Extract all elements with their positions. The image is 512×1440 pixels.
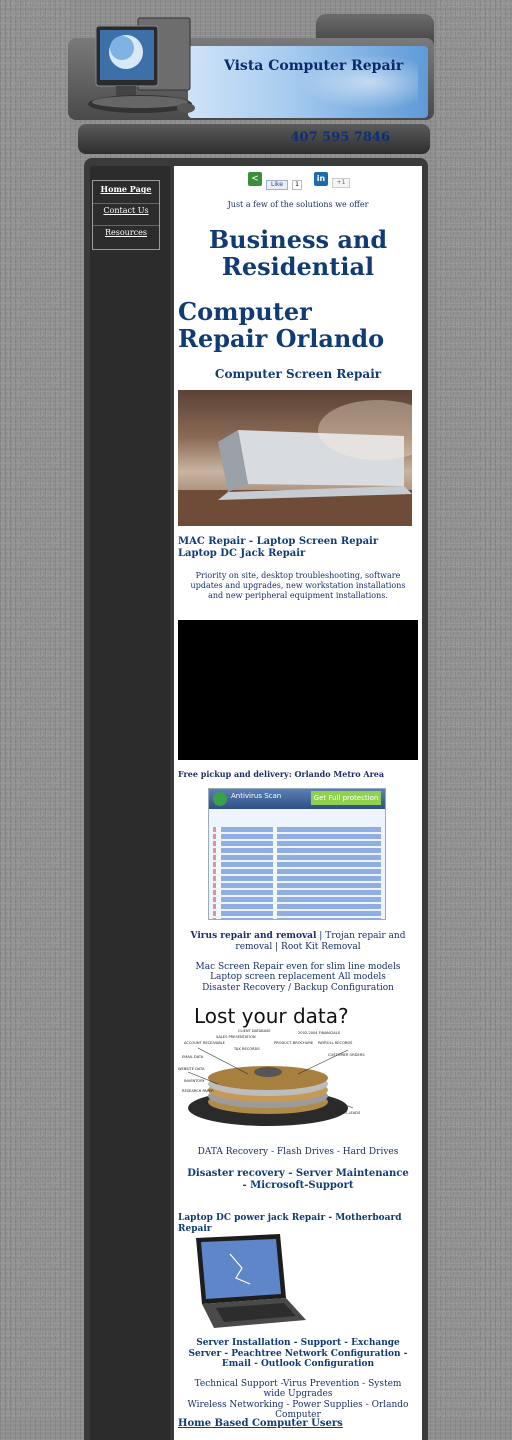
- phone-bar: 407 595 7846: [78, 124, 430, 154]
- laptop-broken-screen-icon: [196, 1234, 306, 1328]
- heading-business-residential: Business and Residential: [208, 225, 388, 281]
- mac-screen-text: Mac Screen Repair even for slim line mod…: [195, 962, 401, 972]
- home-users-link[interactable]: Home Based Computer Users: [178, 1418, 343, 1429]
- site-header: Vista Computer Repair: [68, 8, 434, 126]
- nav-item-contact[interactable]: Contact Us: [93, 204, 159, 226]
- antivirus-app-name: Antivirus Scan: [231, 792, 282, 800]
- dc-power-text: Laptop DC power jack Repair - Motherboar…: [178, 1213, 402, 1234]
- computer-logo-icon: [88, 17, 195, 113]
- virus-removal-text: Virus repair and removal | Trojan repair…: [178, 931, 418, 953]
- nav-item-resources[interactable]: Resources: [93, 226, 159, 248]
- laptop-photo: [178, 390, 412, 526]
- linkedin-icon[interactable]: in: [314, 172, 328, 186]
- laptop-screen-text: Laptop screen replacement All models: [210, 972, 386, 982]
- heading-computer-repair-orlando: Computer Repair Orlando: [178, 297, 385, 353]
- tagline: Just a few of the solutions we offer: [227, 200, 369, 209]
- disaster-backup-text: Disaster Recovery / Backup Configuration: [202, 983, 394, 993]
- lost-data-label: WEBSITE DATA: [178, 1067, 205, 1071]
- antivirus-screenshot: Antivirus Scan Get Full protection: [208, 788, 386, 920]
- lost-data-label: TAX RECORDS: [233, 1047, 260, 1051]
- server-install-text: Server Installation - Support - Exchange…: [188, 1338, 408, 1369]
- main-content: < Like 1 in +1 Just a few of the solutio…: [174, 166, 422, 1440]
- lost-data-label: SALES LEADS: [336, 1111, 361, 1115]
- lost-data-label: CLIENT DATABASE: [238, 1029, 271, 1033]
- lost-data-title: Lost your data?: [194, 1004, 349, 1028]
- antivirus-header: Antivirus Scan Get Full protection: [209, 789, 385, 809]
- binary-background-right: 10100101100100 01100011010011 1100101001…: [436, 0, 512, 1420]
- disaster-server-text: Disaster recovery - Server Maintenance -…: [187, 1168, 409, 1191]
- shield-icon: [213, 792, 227, 806]
- google-plus-button[interactable]: +1: [332, 178, 350, 188]
- tech-support-text: Technical Support -Virus Prevention - Sy…: [194, 1379, 402, 1399]
- wireless-text: Wireless Networking - Power Supplies - O…: [187, 1400, 409, 1420]
- lost-data-label: EMAIL DATA: [182, 1055, 204, 1059]
- antivirus-results: [209, 809, 385, 919]
- laptop-image-icon: [178, 400, 412, 526]
- lost-data-graphic: Lost your data? CLIENT DATABASE SALES PRE…: [178, 1004, 372, 1140]
- lost-data-label: 2002-2004 FINANCIALS: [298, 1031, 341, 1035]
- data-recovery-text: DATA Recovery - Flash Drives - Hard Driv…: [197, 1147, 399, 1157]
- header-banner: Vista Computer Repair: [188, 46, 428, 118]
- lost-data-label: CUSTOMER ORDERS: [328, 1053, 365, 1057]
- nav-menu: Home Page Contact Us Resources: [92, 180, 160, 250]
- lost-data-label: PAYROLL RECORDS: [318, 1041, 353, 1045]
- lost-data-label: SALES PRESENTATION: [216, 1035, 256, 1039]
- site-title[interactable]: Vista Computer Repair: [224, 58, 403, 74]
- mac-repair-text: MAC Repair - Laptop Screen Repair Laptop…: [178, 536, 379, 559]
- share-icon[interactable]: <: [248, 172, 262, 186]
- priority-text: Priority on site, desktop troubleshootin…: [190, 571, 406, 600]
- lost-data-label: ACCOUNT RECEIVABLE: [184, 1041, 226, 1045]
- hard-drive-icon: CLIENT DATABASE SALES PRESENTATION 2002-20…: [178, 1029, 365, 1126]
- lost-data-label: PRODUCT BROCHURE: [274, 1041, 314, 1045]
- binary-background-left: 01011010011011 10011100101100 0011010110…: [0, 0, 70, 1420]
- nav-item-home[interactable]: Home Page: [93, 182, 159, 204]
- facebook-like-button[interactable]: Like: [266, 180, 288, 190]
- lost-data-label: INVENTORY: [184, 1079, 205, 1083]
- lost-data-label: RESEARCH PAPER: [182, 1089, 214, 1093]
- facebook-like-count: 1: [292, 180, 302, 190]
- heading-computer-screen-repair: Computer Screen Repair: [214, 367, 382, 381]
- virus-removal-bold: Virus repair and removal: [190, 931, 317, 941]
- sidebar: [90, 166, 170, 1440]
- phone-number[interactable]: 407 595 7846: [290, 130, 390, 145]
- video-player[interactable]: [178, 620, 418, 760]
- pickup-text: Free pickup and delivery: Orlando Metro …: [178, 769, 385, 779]
- social-buttons: < Like 1 in +1: [248, 172, 350, 190]
- antivirus-promo: Get Full protection: [311, 791, 381, 805]
